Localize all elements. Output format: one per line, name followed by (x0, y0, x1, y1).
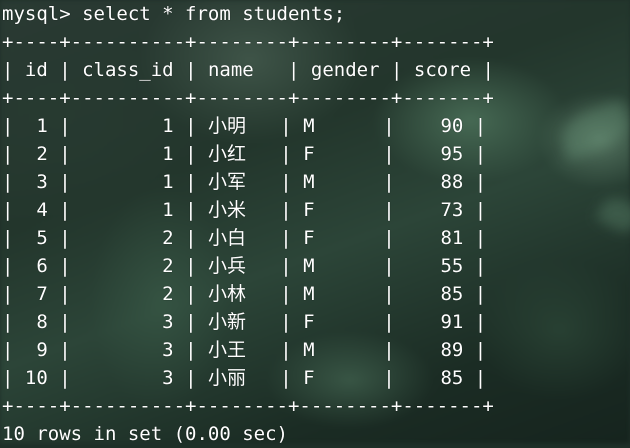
cell-id: 7 (36, 283, 48, 305)
cell-id: 9 (36, 339, 48, 361)
cell-score: 85 (440, 283, 464, 305)
cell-score: 95 (440, 143, 464, 165)
cell-id: 5 (36, 227, 48, 249)
result-summary: 10 rows in set (0.00 sec) (2, 423, 288, 445)
cell-gender: F (303, 311, 315, 333)
cell-name: 小王 (207, 339, 246, 361)
cell-class-id: 3 (162, 311, 174, 333)
cell-gender: M (303, 255, 315, 277)
cell-name: 小丽 (207, 367, 246, 389)
table-header-row: | id | class_id | name | gender | score … (2, 59, 494, 81)
command-line: mysql> select * from students; (2, 3, 346, 25)
header-name: name (207, 59, 254, 81)
cell-id: 8 (36, 311, 48, 333)
table-border-mid: +----+----------+--------+--------+-----… (2, 87, 494, 109)
cell-score: 55 (440, 255, 464, 277)
cell-class-id: 1 (162, 171, 174, 193)
cell-id: 3 (36, 171, 48, 193)
cell-score: 89 (440, 339, 464, 361)
table-row: | 8 | 3 | 小新 | F | 91 | (2, 311, 487, 333)
cell-gender: F (303, 143, 315, 165)
cell-id: 10 (24, 367, 48, 389)
cell-id: 1 (36, 115, 48, 137)
table-row: | 9 | 3 | 小王 | M | 89 | (2, 339, 487, 361)
table-border-top: +----+----------+--------+--------+-----… (2, 31, 494, 53)
table-row: | 3 | 1 | 小军 | M | 88 | (2, 171, 487, 193)
header-gender: gender (310, 59, 380, 81)
table-row: | 7 | 2 | 小林 | M | 85 | (2, 283, 487, 305)
table-border-bottom: +----+----------+--------+--------+-----… (2, 395, 494, 417)
table-row: | 2 | 1 | 小红 | F | 95 | (2, 143, 487, 165)
cell-class-id: 3 (162, 367, 174, 389)
table-row: | 5 | 2 | 小白 | F | 81 | (2, 227, 487, 249)
cell-id: 2 (36, 143, 48, 165)
table-row: | 6 | 2 | 小兵 | M | 55 | (2, 255, 487, 277)
cell-class-id: 1 (162, 115, 174, 137)
cell-score: 90 (440, 115, 464, 137)
cell-score: 73 (440, 199, 464, 221)
cell-gender: M (303, 339, 315, 361)
terminal-output[interactable]: mysql> select * from students; +----+----… (2, 0, 494, 448)
cell-class-id: 3 (162, 339, 174, 361)
cell-class-id: 2 (162, 283, 174, 305)
cell-class-id: 1 (162, 143, 174, 165)
table-row: | 4 | 1 | 小米 | F | 73 | (2, 199, 487, 221)
cell-name: 小明 (207, 115, 246, 137)
cell-id: 4 (36, 199, 48, 221)
cell-class-id: 2 (162, 255, 174, 277)
cell-name: 小红 (207, 143, 246, 165)
cell-gender: M (303, 283, 315, 305)
table-row: | 10 | 3 | 小丽 | F | 85 | (2, 367, 487, 389)
cell-gender: F (303, 227, 315, 249)
header-score: score (413, 59, 472, 81)
cell-name: 小米 (207, 199, 246, 221)
cell-score: 88 (440, 171, 464, 193)
cell-name: 小兵 (207, 255, 246, 277)
cell-gender: M (303, 171, 315, 193)
header-class-id: class_id (82, 59, 174, 81)
cell-class-id: 2 (162, 227, 174, 249)
cell-score: 91 (440, 311, 464, 333)
cell-score: 81 (440, 227, 464, 249)
cell-score: 85 (440, 367, 464, 389)
cell-gender: F (303, 199, 315, 221)
cell-name: 小军 (207, 171, 246, 193)
table-row: | 1 | 1 | 小明 | M | 90 | (2, 115, 487, 137)
cell-name: 小白 (207, 227, 246, 249)
cell-name: 小新 (207, 311, 246, 333)
header-id: id (24, 59, 48, 81)
cell-gender: M (303, 115, 315, 137)
cell-gender: F (303, 367, 315, 389)
cell-name: 小林 (207, 283, 246, 305)
cell-id: 6 (36, 255, 48, 277)
cell-class-id: 1 (162, 199, 174, 221)
